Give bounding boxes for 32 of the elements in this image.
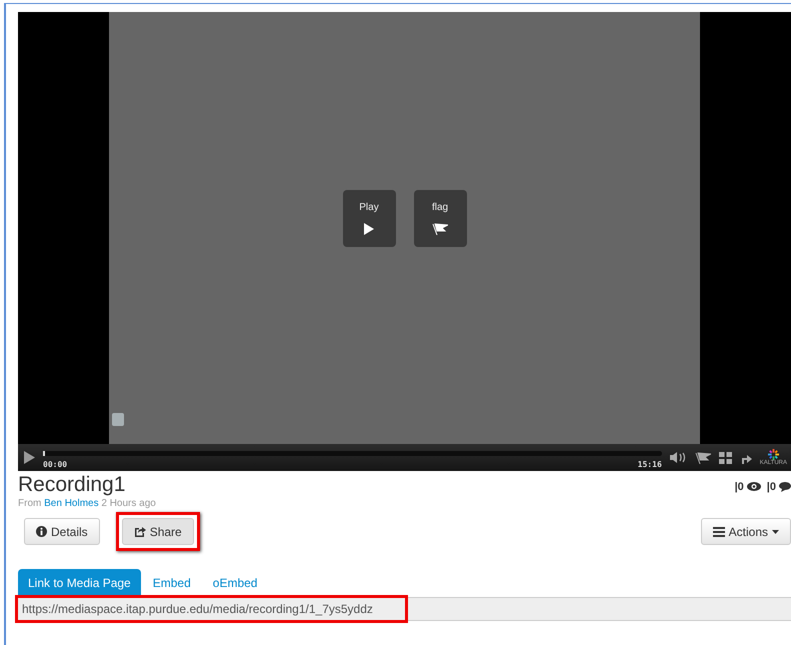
share-tab[interactable]: Link to Media Page [18,569,141,596]
flag-button[interactable]: flag [414,190,466,246]
upload-age: 2 Hours ago [101,498,156,509]
share-tab[interactable]: Embed [142,569,201,596]
current-time: 00:00 [43,460,68,469]
from-label: From [18,498,42,509]
list-icon [712,526,725,536]
volume-icon [670,452,687,463]
duration: 15:16 [638,460,662,469]
logo-icon [768,449,779,460]
play-icon [24,451,35,464]
flag-icon [432,222,448,234]
caret-icon [772,530,779,534]
flag-icon [694,452,711,464]
media-title: Recording1 [18,473,126,497]
link-field[interactable]: https://mediaspace.itap.purdue.edu/media/recording1/1_7ys5yddz [18,597,791,621]
details-button[interactable]: Details [24,518,100,545]
stat-count: |0 [734,480,744,492]
play-button[interactable]: Play [342,190,396,246]
author-link[interactable]: Ben Holmes [44,498,99,509]
progress-track[interactable] [43,451,662,456]
comment-icon [779,482,791,492]
share-icon [134,526,146,537]
share-button[interactable]: Share [122,518,194,545]
share-tab[interactable]: oEmbed [202,569,268,596]
actions-button[interactable]: Actions [700,518,791,545]
info-icon [36,526,47,537]
expand-button[interactable] [112,413,124,426]
play-icon [364,222,374,234]
stat-count: |0 [766,480,776,492]
fullscreen-icon [718,452,732,464]
eye-icon [746,482,761,491]
